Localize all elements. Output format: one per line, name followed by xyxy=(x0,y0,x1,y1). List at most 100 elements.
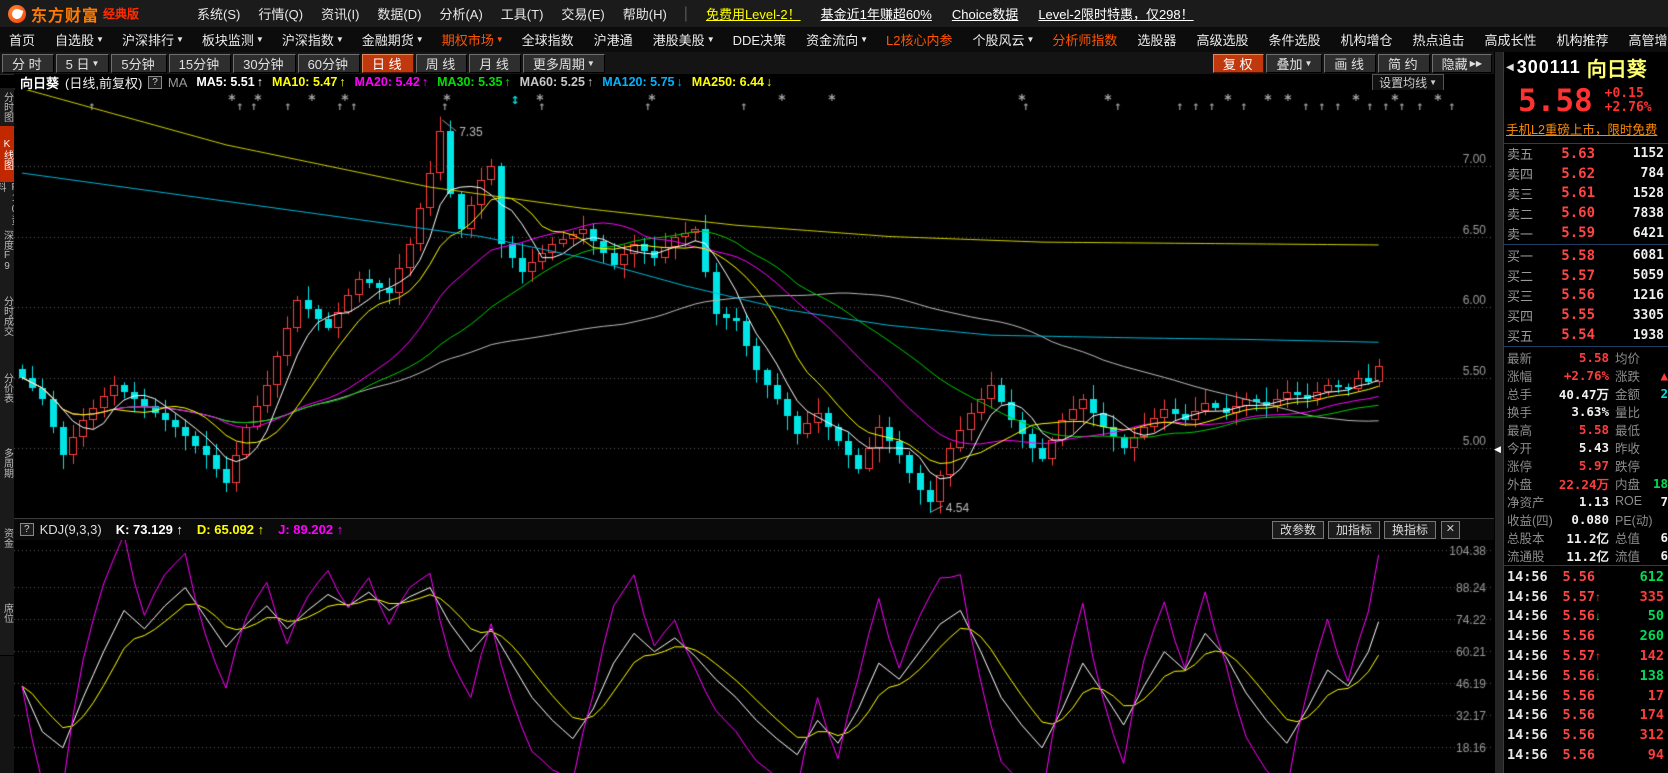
period-button[interactable]: 15分钟 xyxy=(169,54,231,73)
nav-item[interactable]: DDE决策 xyxy=(733,30,788,49)
ma-settings-button[interactable]: 设置均线▼ xyxy=(1372,74,1444,91)
nav-item[interactable]: 期权市场▼ xyxy=(442,30,504,49)
left-tab[interactable]: F10资料 xyxy=(0,182,14,227)
left-tab[interactable]: 多周期 xyxy=(0,420,14,506)
period-button[interactable]: 5分钟 xyxy=(111,54,166,73)
close-indicator-icon[interactable]: ✕ xyxy=(1441,521,1460,539)
promo-link[interactable]: Level-2限时特惠，仅298！ xyxy=(1038,4,1193,23)
nav-item[interactable]: L2核心内参 xyxy=(886,30,954,49)
nav-item[interactable]: 资金流向▼ xyxy=(806,30,868,49)
nav-item[interactable]: 港股美股▼ xyxy=(653,30,715,49)
nav-item[interactable]: 高级选股 xyxy=(1196,30,1250,49)
nav-item[interactable]: 选股器 xyxy=(1137,30,1178,49)
nav-item[interactable]: 热点追击 xyxy=(1412,30,1466,49)
kdj-indicator-chart[interactable] xyxy=(14,540,1494,773)
collapse-panel-icon[interactable]: ◀ xyxy=(1494,444,1501,455)
menu-item[interactable]: 系统(S) xyxy=(197,4,240,23)
l2-promo-link[interactable]: 手机L2重磅上市，限时免费 xyxy=(1504,120,1668,144)
menu-item[interactable]: 交易(E) xyxy=(561,4,604,23)
tick-volume: 335 xyxy=(1607,589,1664,605)
nav-item-label: 期权市场 xyxy=(442,30,494,49)
promo-link[interactable]: 免费用Level-2！ xyxy=(706,4,801,23)
nav-item[interactable]: 自选股▼ xyxy=(55,30,104,49)
trend-arrow-icon: ↑ xyxy=(504,75,510,89)
nav-item[interactable]: 沪深排行▼ xyxy=(122,30,184,49)
nav-item[interactable]: 机构推荐 xyxy=(1557,30,1611,49)
help-icon[interactable]: ? xyxy=(148,76,162,89)
panel-splitter[interactable]: ◀ xyxy=(1494,52,1504,773)
period-button[interactable]: 周 线 xyxy=(416,54,468,73)
indicator-button[interactable]: 加指标 xyxy=(1328,521,1380,539)
tick-row: 14:565.56↓138 xyxy=(1504,666,1668,686)
tick-volume: 138 xyxy=(1607,668,1664,684)
menu-item[interactable]: 数据(D) xyxy=(377,4,421,23)
stat-label: 涨幅 xyxy=(1507,366,1553,385)
menu-item[interactable]: 工具(T) xyxy=(501,4,544,23)
left-tab[interactable]: 分时成交 xyxy=(0,276,14,357)
kdj-help-icon[interactable]: ? xyxy=(20,523,34,536)
prev-stock-icon[interactable]: ◀ xyxy=(1506,62,1514,73)
menu-item[interactable]: 行情(Q) xyxy=(258,4,303,23)
order-volume: 1938 xyxy=(1595,328,1664,343)
nav-item-label: 金融期货 xyxy=(362,30,414,49)
left-tab[interactable]: 资金 xyxy=(0,505,14,571)
chart-tool-buttons: 复 权叠加▼画 线简 约隐藏▶▶ xyxy=(1211,54,1492,73)
promo-link[interactable]: Choice数据 xyxy=(952,4,1018,23)
menu-item[interactable]: 分析(A) xyxy=(439,4,482,23)
period-button[interactable]: 5 日▼ xyxy=(56,54,110,73)
nav-item[interactable]: 金融期货▼ xyxy=(362,30,424,49)
left-tab[interactable]: 分价表 xyxy=(0,356,14,421)
order-volume: 1528 xyxy=(1595,186,1664,201)
tick-time: 14:56 xyxy=(1507,589,1551,605)
stat-label: 流通股 xyxy=(1507,546,1553,565)
period-button[interactable]: 月 线 xyxy=(469,54,521,73)
indicator-button[interactable]: 改参数 xyxy=(1272,521,1324,539)
left-tab[interactable]: 分时图 xyxy=(0,88,14,127)
chart-tool-button[interactable]: 简 约 xyxy=(1378,54,1430,73)
quote-panel: ◀ 300111 向日葵 5.58 +0.15 +2.76% 手机L2重磅上市，… xyxy=(1504,52,1668,773)
chart-tool-button[interactable]: 叠加▼ xyxy=(1266,54,1322,73)
tick-price: 5.56 xyxy=(1551,668,1595,684)
nav-item-label: 机构增仓 xyxy=(1340,30,1392,49)
period-button[interactable]: 更多周期▼ xyxy=(523,54,605,73)
stat-value: 6 xyxy=(1643,548,1668,563)
period-button[interactable]: 分 时 xyxy=(2,54,54,73)
menu-item[interactable]: 资讯(I) xyxy=(321,4,359,23)
nav-item[interactable]: 分析师指数 xyxy=(1052,30,1119,49)
eastmoney-logo[interactable]: 东方财富 经典版 xyxy=(8,2,188,26)
order-price: 5.63 xyxy=(1541,146,1595,162)
nav-item[interactable]: 沪深指数▼ xyxy=(282,30,344,49)
stat-row: 最高5.58最低 xyxy=(1504,420,1668,438)
nav-item[interactable]: 沪港通 xyxy=(594,30,635,49)
left-tab[interactable]: 深度F9 xyxy=(0,226,14,277)
nav-item[interactable]: 板块监测▼ xyxy=(202,30,264,49)
promo-link[interactable]: 基金近1年赚超60% xyxy=(821,4,932,23)
stat-label: 总手 xyxy=(1507,384,1553,403)
nav-item[interactable]: 首页 xyxy=(9,30,37,49)
nav-item-label: 全球指数 xyxy=(522,30,574,49)
nav-item[interactable]: 条件选股 xyxy=(1268,30,1322,49)
nav-item-label: L2核心内参 xyxy=(886,30,952,49)
stat-label: 收益(四) xyxy=(1507,510,1553,529)
left-tab[interactable]: K线图 xyxy=(0,126,14,183)
chart-tool-button[interactable]: 复 权 xyxy=(1213,54,1265,73)
order-price: 5.62 xyxy=(1541,166,1595,182)
nav-item[interactable]: 高成长性 xyxy=(1485,30,1539,49)
nav-item[interactable]: 个股风云▼ xyxy=(972,30,1034,49)
nav-item[interactable]: 全球指数 xyxy=(522,30,576,49)
candlestick-chart[interactable] xyxy=(14,90,1494,518)
indicator-button[interactable]: 换指标 xyxy=(1384,521,1436,539)
period-button[interactable]: 日 线 xyxy=(362,54,414,73)
tick-time: 14:56 xyxy=(1507,727,1551,743)
stat-label: 金额 xyxy=(1609,384,1643,403)
period-button[interactable]: 30分钟 xyxy=(233,54,295,73)
nav-item[interactable]: 高管增持 xyxy=(1629,30,1668,49)
chart-tool-button[interactable]: 画 线 xyxy=(1324,54,1376,73)
nav-item[interactable]: 机构增仓 xyxy=(1340,30,1394,49)
chart-tool-button[interactable]: 隐藏▶▶ xyxy=(1432,54,1492,73)
buy-queue: 买一5.586081买二5.575059买三5.561216买四5.553305… xyxy=(1504,246,1668,345)
main-nav-bar: 首页 自选股▼ 沪深排行▼ 板块监测▼ 沪深指数▼ 金融期货▼ 期权市场▼ 全球… xyxy=(0,27,1668,53)
menu-item[interactable]: 帮助(H) xyxy=(623,4,667,23)
period-button[interactable]: 60分钟 xyxy=(298,54,360,73)
left-tab[interactable]: 席位 xyxy=(0,570,14,656)
